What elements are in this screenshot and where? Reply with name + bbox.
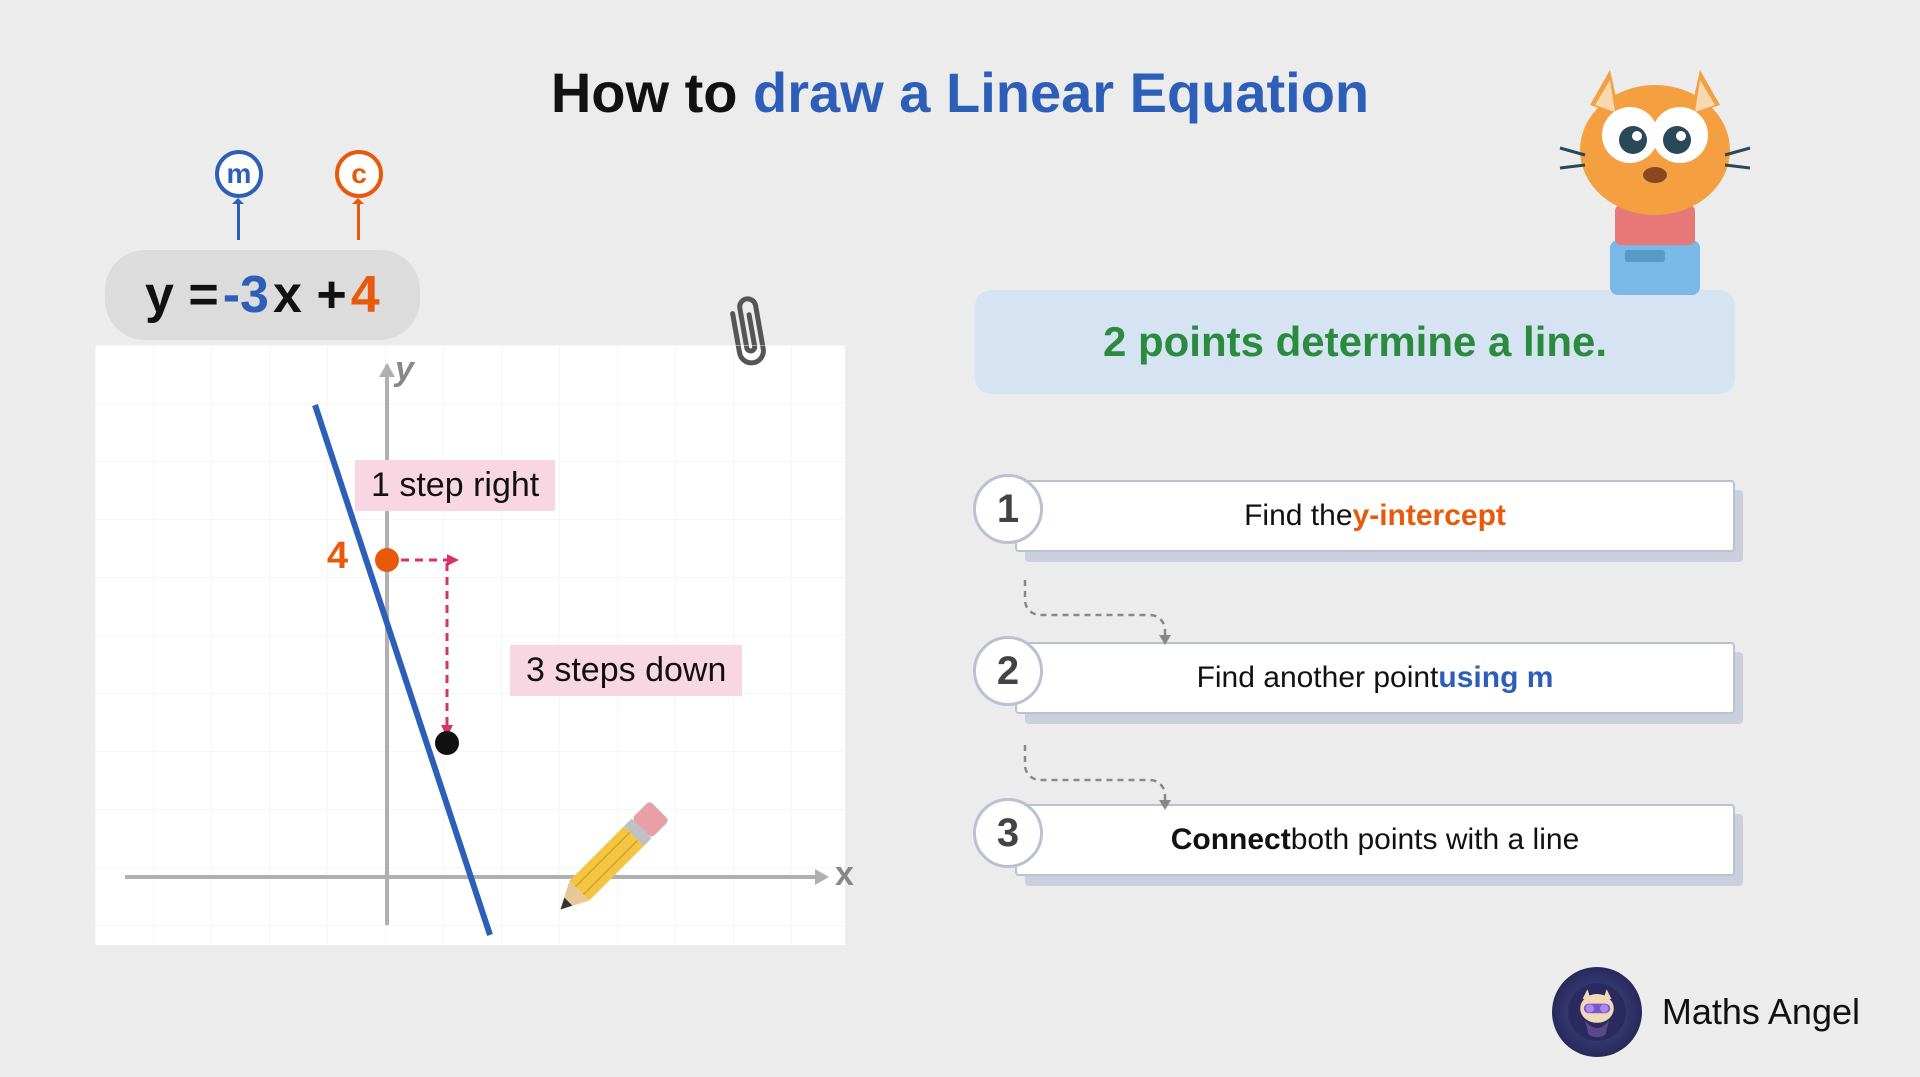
brand-name: Maths Angel <box>1662 991 1860 1033</box>
pencil-icon <box>535 795 675 935</box>
connector-1-icon <box>995 575 1195 645</box>
step-content: Find another point using m <box>1015 642 1735 714</box>
connector-2-icon <box>995 740 1195 810</box>
brand-logo-icon <box>1552 967 1642 1057</box>
graph-card: x y 4 1 step right 3 steps down <box>95 345 845 945</box>
y-intercept-label: 4 <box>327 535 348 578</box>
title-part1: How to <box>551 61 753 124</box>
step-number: 2 <box>973 636 1043 706</box>
step-number: 1 <box>973 474 1043 544</box>
eq-c: 4 <box>351 265 380 325</box>
step-1: 1 Find the y-intercept <box>975 480 1735 552</box>
step-2: 2 Find another point using m <box>975 642 1735 714</box>
step-content: Find the y-intercept <box>1015 480 1735 552</box>
title-part2: draw a Linear Equation <box>753 61 1369 124</box>
info-banner: 2 points determine a line. <box>975 290 1735 394</box>
brand: Maths Angel <box>1552 967 1860 1057</box>
arrow-c-icon <box>357 200 360 240</box>
arrow-m-icon <box>237 200 240 240</box>
step-content: Connect both points with a line <box>1015 804 1735 876</box>
step-number: 3 <box>973 798 1043 868</box>
step-3: 3 Connect both points with a line <box>975 804 1735 876</box>
step-down-label: 3 steps down <box>510 645 742 696</box>
steps-list: 1 Find the y-intercept 2 Find another po… <box>975 480 1735 966</box>
eq-m: -3 <box>223 265 269 325</box>
equation-pill: y = -3 x + 4 <box>105 250 420 340</box>
badge-c: c <box>335 150 383 198</box>
badge-m: m <box>215 150 263 198</box>
eq-y: y = <box>145 265 219 325</box>
eq-x: x + <box>273 265 347 325</box>
mascot-icon <box>1555 40 1755 300</box>
step-right-label: 1 step right <box>355 460 555 511</box>
